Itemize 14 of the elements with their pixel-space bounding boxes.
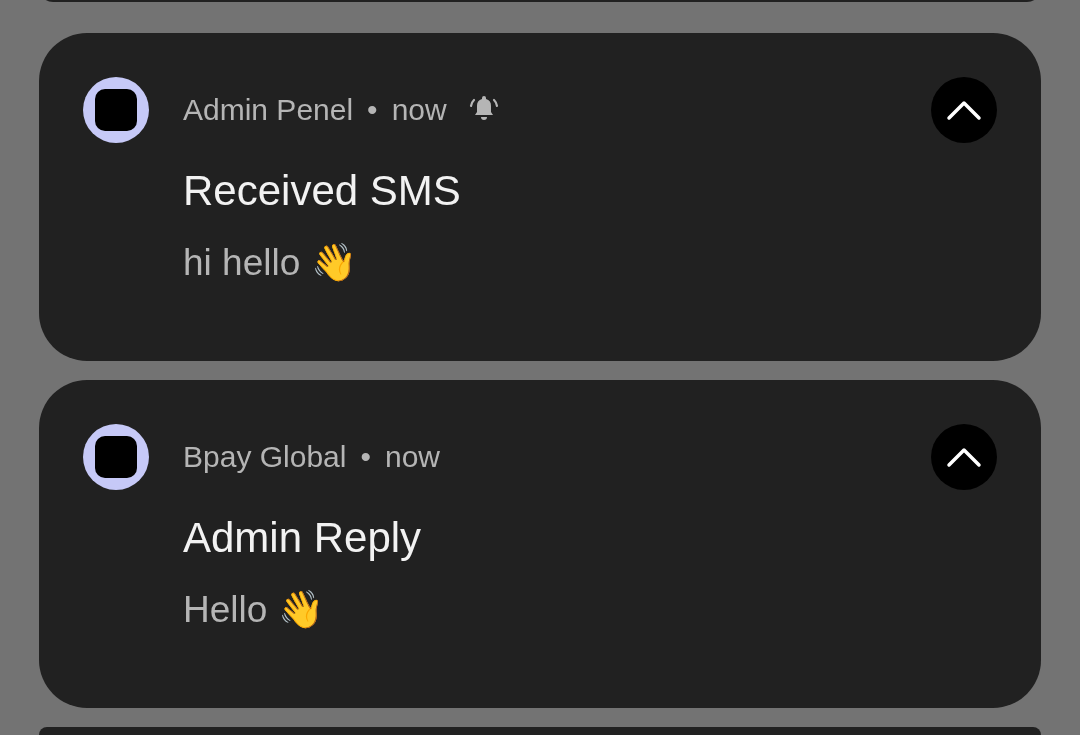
notification-title: Admin Reply	[183, 514, 423, 562]
notification-title: Received SMS	[183, 167, 462, 215]
chevron-icon	[946, 446, 982, 468]
app-icon	[83, 424, 149, 490]
chevron-icon	[946, 99, 982, 121]
app-name: Admin Penel	[183, 93, 354, 127]
app-name: Bpay Global	[183, 440, 347, 474]
timestamp: now	[384, 440, 440, 474]
notification-body: hi hello 👋	[183, 241, 358, 284]
app-icon	[83, 77, 149, 143]
notification-body: Hello 👋	[183, 588, 325, 631]
separator-dot: •	[360, 440, 371, 474]
timestamp: now	[391, 93, 447, 127]
separator-dot: •	[367, 93, 378, 127]
